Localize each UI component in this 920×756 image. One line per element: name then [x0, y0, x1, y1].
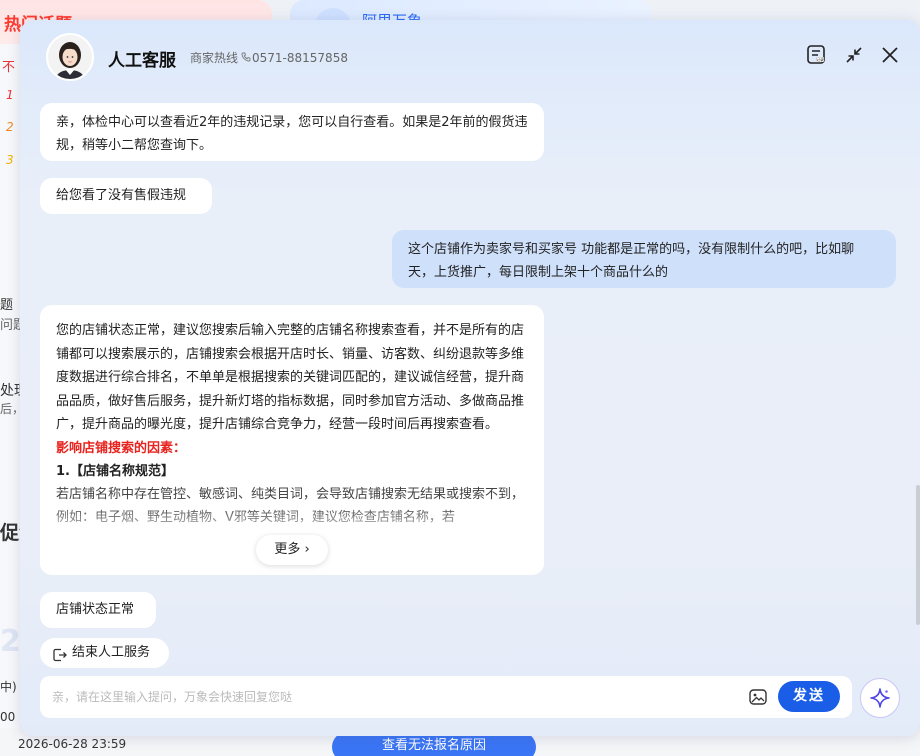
send-button[interactable]: 发送 — [778, 681, 840, 712]
image-upload-icon[interactable] — [748, 687, 768, 707]
merchant-hotline: 商家热线 0571-88157858 — [190, 49, 348, 66]
agent-avatar-icon — [48, 35, 92, 79]
page-scrollbar[interactable] — [916, 485, 920, 625]
transcript-icon[interactable]: 记录 — [803, 42, 829, 68]
message-paragraph: 您的店铺状态正常，建议您搜索后输入完整的店铺名称搜索查看，并不是所有的店铺都可以… — [56, 323, 525, 432]
message-input[interactable] — [52, 686, 732, 708]
agent-message-long: 您的店铺状态正常，建议您搜索后输入完整的店铺名称搜索查看，并不是所有的店铺都可以… — [40, 305, 544, 575]
bg-left-text: 题 — [0, 298, 14, 313]
message-list[interactable]: 亲，体检中心可以查看近2年的违规记录，您可以自行查看。如果是2年前的假货违规，稍… — [20, 94, 920, 680]
bg-rank-number: 2 — [6, 120, 14, 134]
agent-message: 亲，体检中心可以查看近2年的违规记录，您可以自行查看。如果是2年前的假货违规，稍… — [40, 103, 544, 161]
user-message: 这个店铺作为卖家号和买家号 功能都是正常的吗，没有限制什么的吧，比如聊天，上货推… — [392, 230, 896, 288]
phone-icon — [241, 51, 251, 65]
more-label: 更多 — [274, 542, 301, 557]
close-icon[interactable] — [877, 42, 903, 68]
bg-left-text: 中) — [0, 680, 17, 694]
more-button[interactable]: 更多 › — [256, 535, 328, 565]
section-heading: 影响店铺搜索的因素： — [56, 440, 187, 456]
agent-avatar — [46, 33, 94, 81]
deadline-date: 2026-06-28 23:59 — [18, 737, 127, 751]
message-input-box: 发送 — [40, 676, 852, 718]
sparkle-icon — [870, 688, 890, 708]
rule-heading: 1.【店铺名称规范】 — [56, 463, 174, 479]
bg-left-text: 2 — [0, 624, 21, 659]
hotline-number: 0571-88157858 — [252, 51, 348, 65]
end-service-label: 结束人工服务 — [72, 645, 151, 660]
hotline-label: 商家热线 — [190, 51, 239, 65]
agent-message: 给您看了没有售假违规 — [40, 178, 212, 214]
minimize-icon[interactable] — [841, 42, 867, 68]
bg-left-text: 不 — [2, 60, 16, 75]
bg-rank-number: 1 — [6, 88, 14, 102]
exit-icon — [52, 645, 68, 675]
agent-message: 店铺状态正常 — [40, 592, 156, 628]
customer-service-chat-panel: 人工客服 商家热线 0571-88157858 记录 亲，体检中心可以查看近2年的… — [20, 20, 920, 736]
chevron-right-icon: › — [304, 542, 310, 557]
ai-sparkle-button[interactable] — [860, 678, 900, 718]
bg-rank-number: 3 — [6, 153, 14, 167]
svg-text:记录: 记录 — [816, 56, 824, 62]
chat-header: 人工客服 商家热线 0571-88157858 记录 — [20, 20, 920, 94]
agent-name: 人工客服 — [108, 51, 176, 71]
bg-left-text: 00 — [0, 710, 16, 724]
end-service-button[interactable]: 结束人工服务 — [40, 638, 169, 668]
